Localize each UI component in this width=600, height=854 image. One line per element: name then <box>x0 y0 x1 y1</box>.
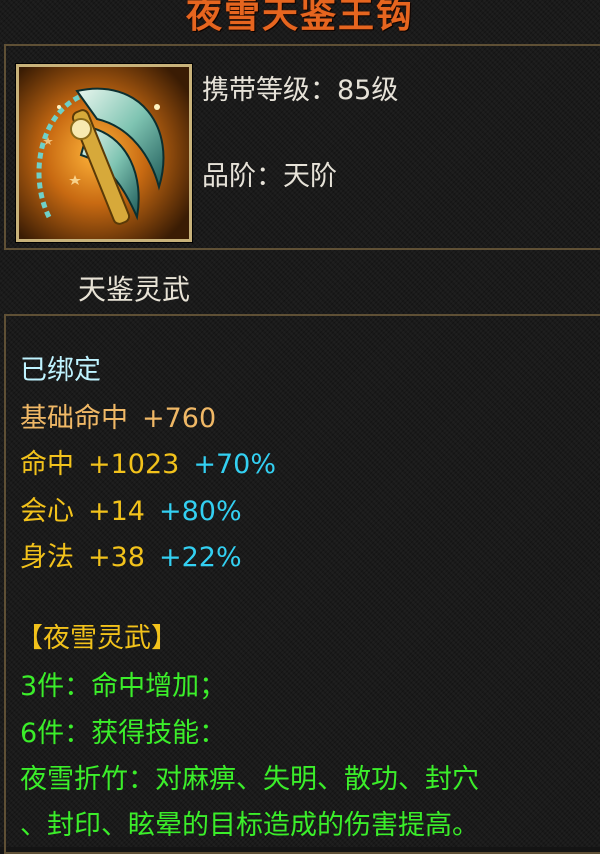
stat-value: +38 <box>88 542 145 573</box>
golden-hook-weapon-icon <box>16 64 192 242</box>
item-name: 夜雪天鉴王钩 <box>185 0 414 36</box>
stat-label: 会心 <box>20 496 74 527</box>
weapon-art <box>19 67 189 239</box>
stat-row-hit: 命中 +1023 +70% <box>20 442 276 481</box>
set-name: 【夜雪灵武】 <box>16 623 178 654</box>
set-skill-line-1: 夜雪折竹：对麻痹、失明、散功、封穴 <box>20 764 479 795</box>
set-piece-6: 6件：获得技能： <box>20 718 227 749</box>
carry-level: 携带等级：85级 <box>202 75 399 106</box>
stat-bonus: +70% <box>193 449 276 480</box>
stat-label: 命中 <box>20 449 74 480</box>
stat-label: 身法 <box>20 542 74 573</box>
stat-value: +1023 <box>88 449 180 480</box>
stat-value: +760 <box>142 403 217 434</box>
item-grade: 品阶：天阶 <box>202 161 337 192</box>
stat-label: 基础命中 <box>20 403 128 434</box>
stat-row-crit: 会心 +14 +80% <box>20 489 242 528</box>
set-piece-3: 3件：命中增加； <box>20 671 227 702</box>
stat-row-base-hit: 基础命中 +760 <box>20 396 216 435</box>
item-category: 天鉴灵武 <box>78 273 191 306</box>
bound-status: 已绑定 <box>20 355 101 386</box>
stat-bonus: +80% <box>158 496 242 527</box>
item-tooltip: 夜雪天鉴王钩 携带等级：85级 品阶：天阶 天鉴灵武 已绑定 基础命中 +760… <box>0 0 600 854</box>
stat-row-agility: 身法 +38 +22% <box>20 535 242 574</box>
stat-value: +14 <box>88 496 145 527</box>
stat-bonus: +22% <box>158 542 242 573</box>
set-skill-line-2: 、封印、眩晕的目标造成的伤害提高。 <box>20 810 479 841</box>
